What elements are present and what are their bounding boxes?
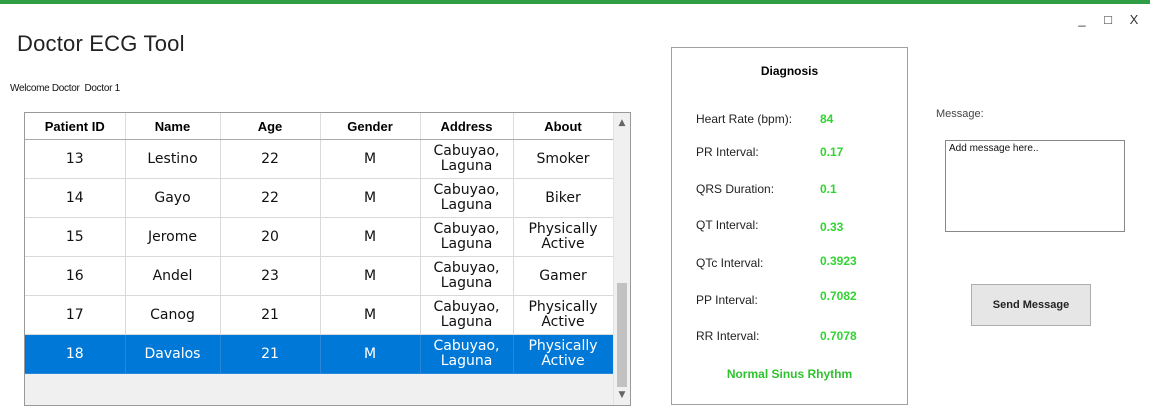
cell-patient-id[interactable]: 16: [25, 256, 126, 296]
patient-table-body: 13 Lestino 22 M Cabuyao, Laguna Smoker 1…: [25, 139, 614, 374]
page-title: Doctor ECG Tool: [17, 31, 185, 56]
table-row[interactable]: 16 Andel 23 M Cabuyao, Laguna Gamer: [25, 256, 614, 296]
column-header-gender[interactable]: Gender: [320, 113, 421, 140]
heart-rate-value: 84: [820, 112, 834, 126]
cell-name[interactable]: Lestino: [125, 139, 221, 179]
window-controls: _ □ X: [1076, 12, 1140, 27]
close-button[interactable]: X: [1128, 12, 1140, 27]
table-row[interactable]: 13 Lestino 22 M Cabuyao, Laguna Smoker: [25, 139, 614, 179]
cell-age[interactable]: 20: [220, 217, 321, 257]
welcome-prefix: Welcome Doctor: [10, 83, 80, 94]
message-label: Message:: [936, 108, 984, 120]
cell-about[interactable]: Gamer: [513, 256, 614, 296]
cell-name[interactable]: Davalos: [125, 334, 221, 374]
cell-address[interactable]: Cabuyao, Laguna: [420, 217, 514, 257]
patient-table: Patient ID Name Age Gender Address About…: [25, 113, 614, 374]
cell-address[interactable]: Cabuyao, Laguna: [420, 139, 514, 179]
cell-patient-id[interactable]: 14: [25, 178, 126, 218]
cell-name[interactable]: Canog: [125, 295, 221, 335]
scroll-down-arrow-icon[interactable]: ▼: [614, 387, 630, 403]
column-header-address[interactable]: Address: [420, 113, 514, 140]
pr-interval-value: 0.17: [820, 145, 844, 159]
cell-patient-id[interactable]: 17: [25, 295, 126, 335]
message-input[interactable]: Add message here..: [945, 140, 1125, 232]
cell-gender[interactable]: M: [320, 217, 421, 257]
rr-interval-value: 0.7078: [820, 329, 857, 343]
pp-interval-label: PP Interval:: [696, 293, 758, 307]
diagnosis-panel: Diagnosis Heart Rate (bpm): 84 PR Interv…: [671, 47, 908, 405]
qtc-interval-label: QTc Interval:: [696, 256, 764, 270]
cell-about[interactable]: Smoker: [513, 139, 614, 179]
scrollbar-thumb[interactable]: [617, 283, 627, 387]
cell-address[interactable]: Cabuyao, Laguna: [420, 178, 514, 218]
cell-address[interactable]: Cabuyao, Laguna: [420, 334, 514, 374]
qt-interval-label: QT Interval:: [696, 218, 759, 232]
cell-address[interactable]: Cabuyao, Laguna: [420, 256, 514, 296]
accent-top-bar: [0, 0, 1150, 4]
column-header-age[interactable]: Age: [220, 113, 321, 140]
vertical-scrollbar[interactable]: ▲ ▼: [613, 113, 630, 405]
pr-interval-label: PR Interval:: [696, 145, 759, 159]
heart-rate-label: Heart Rate (bpm):: [696, 112, 793, 126]
cell-about[interactable]: Physically Active: [513, 217, 614, 257]
cell-about[interactable]: Physically Active: [513, 295, 614, 335]
cell-about[interactable]: Physically Active: [513, 334, 614, 374]
column-header-patient-id[interactable]: Patient ID: [25, 113, 126, 140]
table-row[interactable]: 14 Gayo 22 M Cabuyao, Laguna Biker: [25, 178, 614, 218]
cell-age[interactable]: 22: [220, 139, 321, 179]
column-header-name[interactable]: Name: [125, 113, 221, 140]
cell-age[interactable]: 23: [220, 256, 321, 296]
qrs-duration-value: 0.1: [820, 182, 837, 196]
welcome-text: Welcome Doctor Doctor 1: [10, 83, 120, 94]
cell-name[interactable]: Andel: [125, 256, 221, 296]
cell-age[interactable]: 21: [220, 295, 321, 335]
table-row-selected[interactable]: 18 Davalos 21 M Cabuyao, Laguna Physical…: [25, 334, 614, 374]
cell-gender[interactable]: M: [320, 334, 421, 374]
column-header-about[interactable]: About: [513, 113, 614, 140]
cell-age[interactable]: 22: [220, 178, 321, 218]
cell-patient-id[interactable]: 18: [25, 334, 126, 374]
cell-gender[interactable]: M: [320, 139, 421, 179]
send-message-button[interactable]: Send Message: [971, 284, 1091, 326]
cell-name[interactable]: Jerome: [125, 217, 221, 257]
cell-age[interactable]: 21: [220, 334, 321, 374]
table-row[interactable]: 15 Jerome 20 M Cabuyao, Laguna Physicall…: [25, 217, 614, 257]
table-row[interactable]: 17 Canog 21 M Cabuyao, Laguna Physically…: [25, 295, 614, 335]
patient-table-header: Patient ID Name Age Gender Address About: [25, 113, 614, 140]
cell-gender[interactable]: M: [320, 178, 421, 218]
cell-name[interactable]: Gayo: [125, 178, 221, 218]
cell-gender[interactable]: M: [320, 295, 421, 335]
rr-interval-label: RR Interval:: [696, 329, 760, 343]
maximize-button[interactable]: □: [1102, 12, 1114, 27]
rhythm-result: Normal Sinus Rhythm: [726, 367, 853, 381]
cell-gender[interactable]: M: [320, 256, 421, 296]
qt-interval-value: 0.33: [820, 220, 844, 234]
patient-grid[interactable]: Patient ID Name Age Gender Address About…: [24, 112, 631, 406]
pp-interval-value: 0.7082: [820, 289, 857, 303]
cell-address[interactable]: Cabuyao, Laguna: [420, 295, 514, 335]
qtc-interval-value: 0.3923: [820, 254, 857, 268]
cell-patient-id[interactable]: 13: [25, 139, 126, 179]
qrs-duration-label: QRS Duration:: [696, 182, 775, 196]
cell-patient-id[interactable]: 15: [25, 217, 126, 257]
scroll-up-arrow-icon[interactable]: ▲: [614, 115, 630, 131]
diagnosis-title: Diagnosis: [760, 64, 819, 78]
cell-about[interactable]: Biker: [513, 178, 614, 218]
doctor-name: Doctor 1: [84, 83, 121, 94]
minimize-button[interactable]: _: [1076, 12, 1088, 27]
